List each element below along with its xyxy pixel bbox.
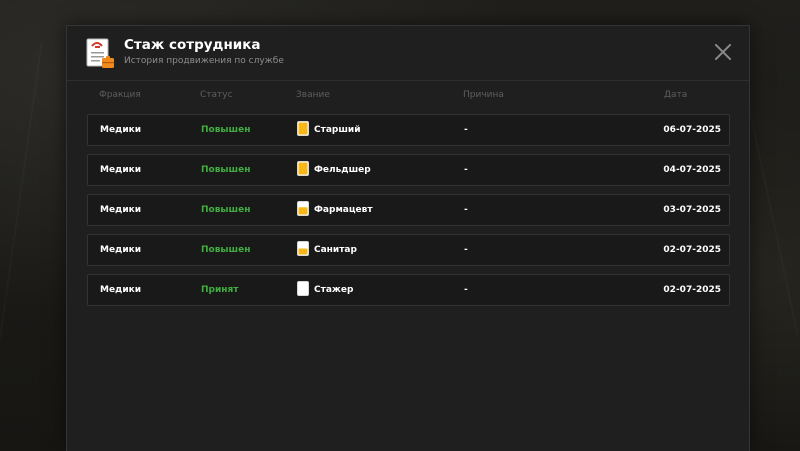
rank-badge-icon (297, 121, 309, 136)
history-table: Медики Повышен Старший - 06-07-2025 Меди… (87, 114, 730, 314)
close-icon[interactable] (714, 43, 732, 61)
column-header-status: Статус (200, 90, 233, 100)
service-record-panel: Стаж сотрудника История продвижения по с… (66, 25, 750, 451)
table-header: Фракция Статус Звание Причина Дата (87, 90, 730, 104)
column-header-date: Дата (664, 90, 688, 100)
table-row: Медики Повышен Старший - 06-07-2025 (87, 114, 730, 146)
column-header-rank: Звание (296, 90, 330, 100)
row-rank-label: Стажер (314, 285, 354, 295)
table-row: Медики Повышен Фармацевт - 03-07-2025 (87, 194, 730, 226)
row-rank: Санитар (297, 235, 357, 265)
row-rank-label: Фармацевт (314, 205, 373, 215)
column-header-faction: Фракция (99, 90, 141, 100)
background-streak (0, 41, 43, 338)
row-reason: - (464, 205, 468, 215)
row-faction: Медики (100, 245, 142, 255)
rank-badge-icon (297, 201, 309, 216)
row-rank-label: Старший (314, 125, 361, 135)
row-date: 03-07-2025 (663, 205, 721, 215)
row-faction: Медики (100, 285, 142, 295)
window-title: Стаж сотрудника (124, 37, 261, 53)
panel-header: Стаж сотрудника История продвижения по с… (67, 26, 749, 81)
rank-badge-icon (297, 281, 309, 296)
row-reason: - (464, 125, 468, 135)
row-status: Принят (201, 285, 239, 295)
column-header-reason: Причина (463, 90, 504, 100)
row-date: 06-07-2025 (663, 125, 721, 135)
table-row: Медики Повышен Санитар - 02-07-2025 (87, 234, 730, 266)
row-date: 04-07-2025 (663, 165, 721, 175)
row-rank-label: Фельдшер (314, 165, 371, 175)
row-reason: - (464, 165, 468, 175)
document-stamp-icon (86, 38, 116, 70)
row-rank: Фельдшер (297, 155, 371, 185)
row-date: 02-07-2025 (663, 285, 721, 295)
window-subtitle: История продвижения по службе (124, 56, 284, 66)
row-reason: - (464, 245, 468, 255)
row-reason: - (464, 285, 468, 295)
table-row: Медики Принят Стажер - 02-07-2025 (87, 274, 730, 306)
row-status: Повышен (201, 245, 251, 255)
row-rank: Фармацевт (297, 195, 373, 225)
row-rank: Старший (297, 115, 361, 145)
rank-badge-icon (297, 241, 309, 256)
row-status: Повышен (201, 165, 251, 175)
background-streak (743, 83, 799, 338)
rank-badge-icon (297, 161, 309, 176)
row-rank-label: Санитар (314, 245, 357, 255)
row-faction: Медики (100, 165, 142, 175)
row-status: Повышен (201, 205, 251, 215)
row-faction: Медики (100, 205, 142, 215)
row-rank: Стажер (297, 275, 353, 305)
row-status: Повышен (201, 125, 251, 135)
row-date: 02-07-2025 (663, 245, 721, 255)
table-row: Медики Повышен Фельдшер - 04-07-2025 (87, 154, 730, 186)
row-faction: Медики (100, 125, 142, 135)
